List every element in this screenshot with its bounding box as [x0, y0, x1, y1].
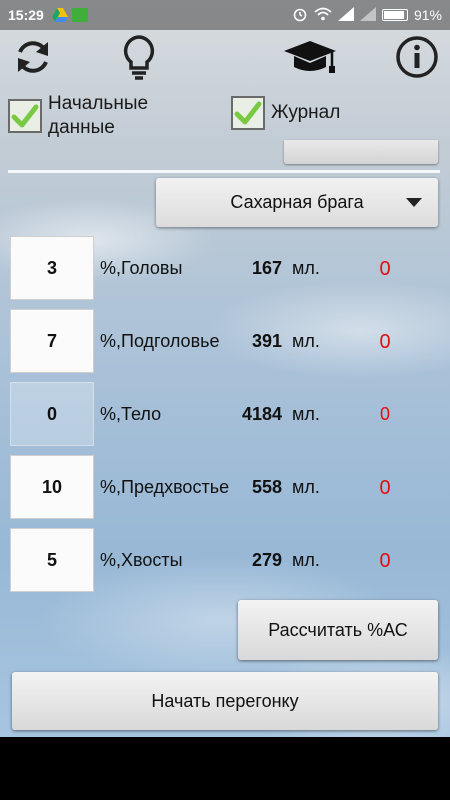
graduation-cap-icon[interactable]: [280, 32, 340, 82]
fraction-row-tails: 5 %,Хвосты 279 мл. 0: [0, 528, 450, 604]
result-value-subheads: 0: [379, 331, 391, 353]
divider: [8, 170, 440, 173]
percent-input-tails[interactable]: 5: [10, 528, 94, 592]
volume-value-subheads: 391: [251, 331, 282, 351]
volume-unit-body: мл.: [292, 404, 320, 424]
status-bar: 15:29 91%: [0, 0, 450, 30]
volume-value-tails: 279: [251, 550, 282, 570]
lightbulb-icon[interactable]: [114, 32, 164, 82]
volume-value-body: 4184: [241, 404, 282, 424]
alarm-icon: [292, 6, 308, 25]
volume-unit-tails: мл.: [292, 550, 320, 570]
signal-icon-2: [359, 6, 376, 24]
battery-icon: [381, 9, 408, 21]
fraction-row-heads: 3 %,Головы 167 мл. 0: [0, 236, 450, 312]
navigation-bar: [0, 737, 450, 800]
fraction-label-tails: %,Хвосты: [100, 550, 183, 570]
journal-checkbox-row[interactable]: Журнал: [231, 96, 340, 130]
battery-percent: 91%: [413, 7, 442, 23]
checkmark-icon: [11, 104, 39, 128]
info-icon[interactable]: [392, 32, 442, 82]
percent-input-pretails[interactable]: 10: [10, 455, 94, 519]
status-time: 15:29: [8, 7, 44, 23]
signal-icon: [337, 6, 354, 24]
percent-input-subheads[interactable]: 7: [10, 309, 94, 373]
battery-fill: [383, 11, 404, 19]
recipe-dropdown[interactable]: Сахарная брага: [156, 178, 438, 227]
refresh-icon[interactable]: [8, 32, 58, 82]
fraction-label-subheads: %,Подголовье: [100, 331, 220, 351]
result-value-pretails: 0: [379, 477, 391, 499]
drive-icon: [51, 8, 68, 22]
fraction-label-heads: %,Головы: [100, 258, 183, 278]
recipe-dropdown-value: Сахарная брага: [230, 192, 364, 212]
result-value-body: 0: [379, 404, 390, 424]
wifi-icon: [314, 7, 332, 24]
start-distillation-button[interactable]: Начать перегонку: [12, 672, 438, 730]
fraction-label-pretails: %,Предхвостье: [100, 477, 230, 497]
initial-data-checkbox[interactable]: [8, 99, 42, 133]
fraction-row-subheads: 7 %,Подголовье 391 мл. 0: [0, 309, 450, 385]
initial-data-checkbox-row[interactable]: Начальные данные: [8, 92, 148, 140]
fraction-row-pretails: 10 %,Предхвостье 558 мл. 0: [0, 455, 450, 531]
result-value-tails: 0: [379, 550, 391, 572]
fraction-row-body: 0 %,Тело 4184 мл. 0: [0, 382, 450, 458]
calculate-button[interactable]: Рассчитать %АС: [238, 600, 438, 660]
journal-checkbox[interactable]: [231, 96, 265, 130]
percent-input-heads[interactable]: 3: [10, 236, 94, 300]
volume-value-pretails: 558: [251, 477, 282, 497]
result-value-heads: 0: [379, 258, 391, 280]
fraction-label-body: %,Тело: [100, 404, 162, 424]
status-right: 91%: [292, 6, 442, 25]
volume-unit-heads: мл.: [292, 258, 320, 278]
dropdown-arrow-icon: [406, 198, 422, 207]
volume-unit-subheads: мл.: [292, 331, 320, 351]
journal-label: Журнал: [271, 102, 341, 123]
volume-unit-pretails: мл.: [292, 477, 320, 497]
partially-hidden-button[interactable]: [284, 140, 438, 164]
volume-value-heads: 167: [251, 258, 282, 278]
initial-data-label-line1: Начальные: [48, 93, 149, 114]
checkmark-icon: [234, 101, 262, 125]
percent-input-body[interactable]: 0: [10, 382, 94, 446]
initial-data-label: Начальные данные: [48, 92, 148, 140]
initial-data-label-line2: данные: [48, 117, 115, 138]
app-notification-icon: [71, 8, 88, 22]
